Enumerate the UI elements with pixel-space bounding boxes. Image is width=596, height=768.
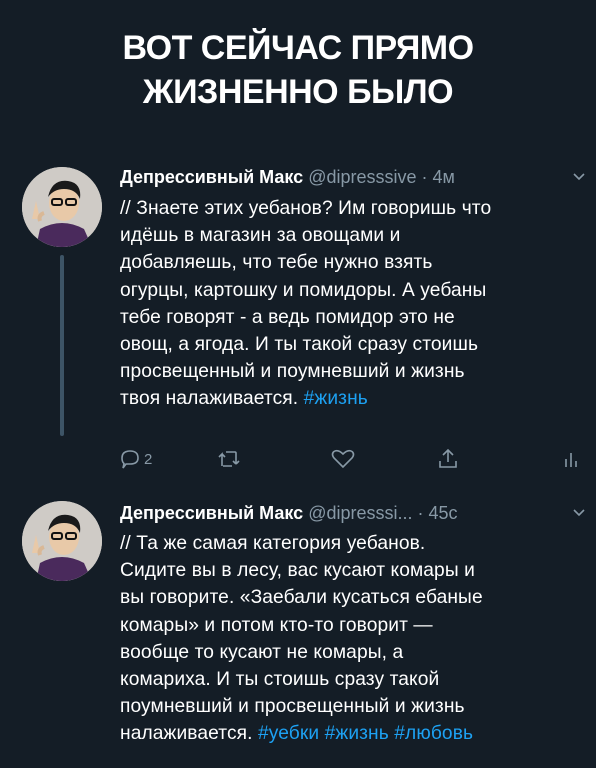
author-handle[interactable]: @dipresssive [308,167,416,187]
tweet-line: просвещенный и поумневший и жизнь [120,361,465,383]
thread-connector [60,255,64,436]
meme-headline: ВОТ СЕЙЧАС ПРЯМО ЖИЗНЕННО БЫЛО [0,26,596,114]
avatar-illustration [22,167,102,247]
tweet-line: идёшь в магазин за овощами и [120,225,401,247]
tweet-line: Сидите вы в лесу, вас кусают комары и [120,560,475,582]
avatar-illustration [22,501,102,581]
reply-count: 2 [144,450,153,468]
share-icon [439,448,457,468]
tweet-line: // Та же самая категория уебанов. [120,533,426,554]
tweet-header: Депрессивный Макс @dipresssi... · 45с [120,499,586,527]
tweet-text: // Та же самая категория уебанов. Сидите… [120,530,582,748]
tweet-time[interactable]: · 4м [422,167,455,187]
tweet-line: комары» и потом кто-то говорит — [120,614,433,636]
headline-line-2: ЖИЗНЕННО БЫЛО [142,73,454,111]
tweet-actions: 2 [118,444,578,474]
heart-icon [331,449,355,469]
hashtag-link[interactable]: #жизнь [304,388,368,409]
analytics-icon [565,453,577,467]
reply-icon [121,450,139,469]
headline-line-1: ВОТ СЕЙЧАС ПРЯМО [122,29,474,67]
tweet-time[interactable]: · 45с [418,503,458,523]
avatar[interactable] [22,501,102,581]
tweet-line: тебе говорят - а ведь помидор это не [120,306,455,328]
tweet-line: огурцы, картошку и помидоры. А уебаны [120,279,487,301]
avatar[interactable] [22,167,102,247]
tweet-line: овощ, а ягода. И ты такой сразу стоишь [120,334,479,356]
retweet-icon [218,451,240,467]
tweet-line: вообще то кусают не комары, а [120,641,404,663]
tweet-line: вы говорите. «Заебали кусаться ебаные [120,587,483,609]
reply-button[interactable]: 2 [118,444,152,474]
tweet-line: // Знаете этих уебанов? Им говоришь что [120,198,492,219]
retweet-button[interactable] [216,444,242,474]
like-button[interactable] [330,444,356,474]
tweet-line: налаживается. [120,723,253,745]
tweet-line: поумневший и просвещенный и жизнь [120,696,465,718]
share-button[interactable] [436,444,460,474]
tweet-line: твоя налаживается. [120,388,299,410]
hashtag-link[interactable]: #уебки #жизнь #любовь [258,723,473,744]
tweet-line: комариха. И ты стоишь сразу такой [120,669,440,691]
author-handle[interactable]: @dipresssi... [308,503,412,523]
tweet-header: Депрессивный Макс @dipresssive · 4м [120,163,586,191]
author-name[interactable]: Депрессивный Макс [120,167,303,187]
analytics-button[interactable] [564,444,578,474]
tweet-line: добавляешь, что тебе нужно взять [120,252,433,274]
author-name[interactable]: Депрессивный Макс [120,503,303,523]
tweet-text: // Знаете этих уебанов? Им говоришь что … [120,195,582,413]
